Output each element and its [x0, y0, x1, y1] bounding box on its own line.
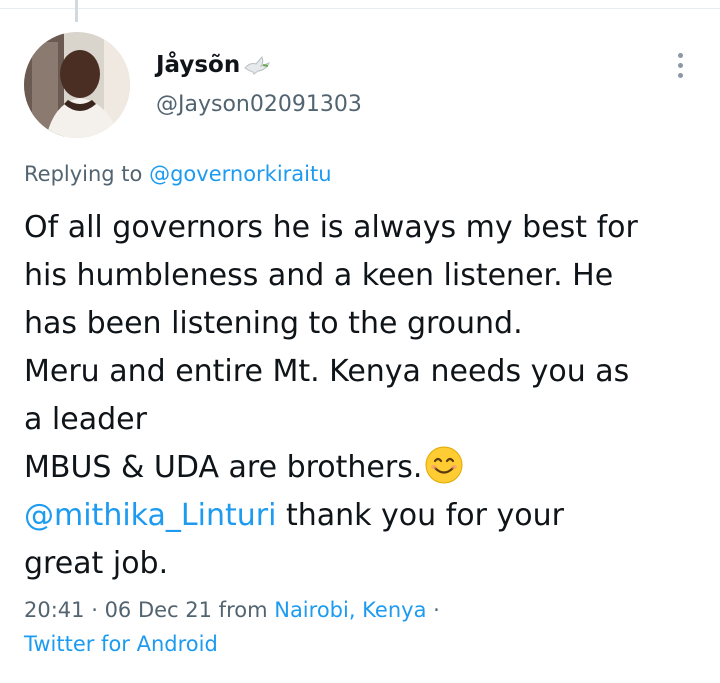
more-dot-icon	[677, 72, 683, 78]
author-display-name[interactable]: Jåysõn	[156, 52, 272, 78]
tweet-text-line: a leader	[24, 402, 147, 437]
dove-icon	[242, 54, 272, 76]
display-name-text: Jåysõn	[156, 52, 241, 78]
author-handle[interactable]: @Jayson02091303	[156, 92, 362, 117]
meta-separator: ·	[426, 598, 440, 622]
tweet-text-line-with-mention: @mithika_Linturi thank you for your	[24, 492, 704, 540]
tweet-text-line: his humbleness and a keen listener. He	[24, 258, 614, 293]
more-dot-icon	[677, 52, 683, 58]
thread-connector-line	[75, 0, 78, 22]
location-link[interactable]: Nairobi, Kenya	[274, 598, 426, 622]
tweet-text-line: Of all governors he is always my best fo…	[24, 210, 638, 245]
from-label: from	[212, 598, 275, 622]
tweet-metadata: 20:41 · 06 Dec 21 from Nairobi, Kenya ·	[24, 598, 440, 622]
more-dot-icon	[677, 62, 683, 68]
smiling-face-icon	[424, 445, 464, 485]
tweet-text: Of all governors he is always my best fo…	[24, 204, 704, 588]
tweet-text-line: has been listening to the ground.	[24, 306, 523, 341]
replying-to-mention-link[interactable]: @governorkiraitu	[149, 162, 331, 186]
tweet-source-row: Twitter for Android	[24, 632, 218, 656]
tweet-time[interactable]: 20:41	[24, 598, 85, 622]
tweet-text-line: great job.	[24, 546, 169, 581]
tweet-text-segment: thank you for your	[276, 498, 564, 533]
replying-to-label: Replying to	[24, 162, 143, 186]
tweet-text-line-with-emoji: MBUS & UDA are brothers.	[24, 444, 704, 492]
tweet-date[interactable]: 06 Dec 21	[105, 598, 212, 622]
mention-link[interactable]: @mithika_Linturi	[24, 498, 276, 533]
tweet-source-link[interactable]: Twitter for Android	[24, 632, 218, 656]
more-options-button[interactable]	[666, 48, 694, 82]
tweet-text-line: Meru and entire Mt. Kenya needs you as	[24, 354, 630, 389]
avatar[interactable]	[24, 32, 130, 138]
tweet-text-segment: MBUS & UDA are brothers.	[24, 450, 423, 485]
replying-to: Replying to @governorkiraitu	[24, 162, 332, 186]
top-divider	[0, 0, 720, 9]
meta-separator: ·	[84, 598, 105, 622]
